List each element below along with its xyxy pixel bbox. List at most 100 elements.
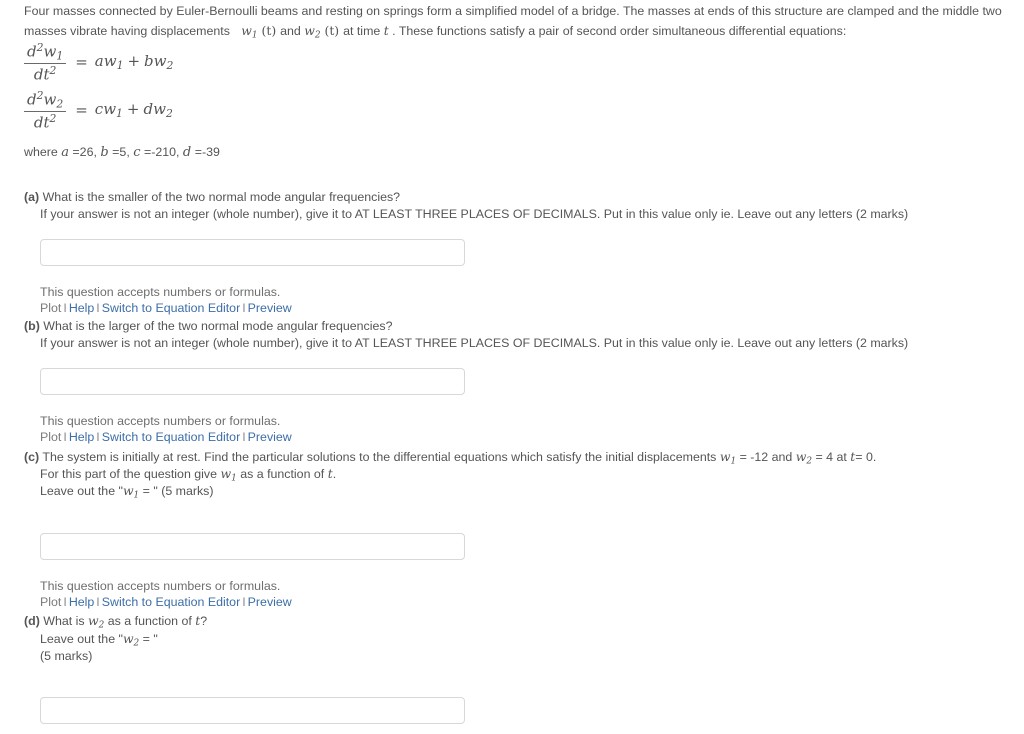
question-b-instruction: If your answer is not an integer (whole … [40, 336, 909, 350]
param-c-comma: , [176, 145, 180, 159]
equation-2-denominator: dt2 [31, 112, 60, 131]
rhs-w2-symbol: w [153, 52, 167, 71]
plot-label-b: Plot [40, 430, 62, 444]
separator: I [63, 430, 67, 444]
param-a-comma: , [93, 145, 97, 159]
param-c-name: c [133, 145, 141, 160]
rhs-w2-subscript: 2 [166, 59, 174, 73]
param-b-name: b [100, 145, 109, 160]
coefficient-d: d [143, 100, 154, 119]
switch-equation-editor-link-b[interactable]: Switch to Equation Editor [102, 430, 240, 444]
question-c-line3-w-symbol: w [122, 483, 134, 498]
separator: I [242, 595, 246, 609]
question-c-label: (c) [24, 450, 40, 464]
plot-label-a: Plot [40, 301, 62, 315]
coefficient-b: b [144, 52, 154, 71]
rhs-w-subscript: 1 [116, 107, 123, 121]
rhs-w2-symbol: w [153, 100, 166, 119]
question-c-line2-part3: . [332, 467, 337, 481]
param-a-name: a [61, 145, 69, 160]
answer-input-c[interactable] [40, 533, 465, 560]
w-symbol: w [43, 42, 57, 61]
tool-links-a: Plot I Help I Switch to Equation Editor I Prev… [40, 300, 292, 316]
d-symbol: d [27, 90, 37, 109]
help-link-b[interactable]: Help [69, 430, 94, 444]
separator: I [96, 301, 100, 315]
question-c-line2-part2: as a function of [240, 467, 325, 481]
help-link-c[interactable]: Help [69, 595, 94, 609]
separator: I [96, 430, 100, 444]
coefficient-c: c [94, 100, 104, 119]
w1-argument: (t) [261, 23, 277, 38]
question-a-label: (a) [24, 190, 40, 204]
question-d-marks: (5 marks) [40, 649, 93, 663]
switch-equation-editor-link-a[interactable]: Switch to Equation Editor [102, 301, 240, 315]
rhs-w-symbol: w [103, 100, 117, 119]
answer-input-d[interactable] [40, 697, 465, 724]
preview-link-b[interactable]: Preview [248, 430, 292, 444]
rhs-w2-subscript: 2 [165, 107, 173, 121]
equation-1-denominator: dt2 [31, 64, 60, 83]
question-d-label: (d) [24, 614, 40, 628]
intro-text-part3: . These functions satisfy a pair of seco… [392, 24, 847, 38]
question-c-text-part1: The system is initially at rest. Find th… [42, 450, 717, 464]
equation-2-equals: = [75, 101, 88, 120]
question-d-line2-part2: = " [142, 632, 158, 646]
question-c-line2-part1: For this part of the question give [40, 467, 218, 481]
w-subscript: 1 [56, 49, 64, 63]
separator: I [63, 301, 67, 315]
question-d-line2-w-subscript: 2 [133, 638, 140, 649]
d-symbol: d [27, 42, 37, 61]
intro-paragraph: Four masses connected by Euler-Bernoulli… [24, 2, 1020, 45]
plus-operator: + [127, 52, 141, 71]
question-a-prompt: (a) What is the smaller of the two norma… [24, 189, 400, 206]
accepts-note-a: This question accepts numbers or formula… [40, 285, 281, 299]
param-d-equals: = [194, 145, 202, 159]
param-d-value: -39 [201, 145, 220, 159]
dt-symbol: dt [33, 113, 50, 131]
question-c-t-value: = 0. [855, 450, 877, 464]
question-d-text-part2: as a function of [107, 614, 192, 628]
preview-link-a[interactable]: Preview [248, 301, 292, 315]
intro-text-part2: at time [343, 24, 381, 38]
displacement-w1-expression: w1 (t) [233, 23, 280, 40]
question-c-w1-value: = -12 and [739, 450, 793, 464]
answer-input-a[interactable] [40, 239, 465, 266]
question-b-text: What is the larger of the two normal mod… [43, 319, 393, 333]
question-a-text: What is the smaller of the two normal mo… [42, 190, 401, 204]
question-c-w2-symbol: w [795, 449, 807, 464]
question-d-w-symbol: w [88, 613, 99, 628]
question-d-text-part1: What is [43, 614, 85, 628]
equation-2-rhs: cw1 + dw2 [95, 100, 173, 120]
question-c-line3: Leave out the "w1 = " (5 marks) [40, 482, 214, 504]
help-link-a[interactable]: Help [69, 301, 94, 315]
coefficient-a: a [94, 52, 104, 71]
equation-2-numerator: d2w2 [24, 90, 66, 111]
dt-symbol: dt [33, 65, 50, 84]
dt-exponent: 2 [49, 63, 57, 77]
preview-link-c[interactable]: Preview [248, 595, 292, 609]
question-c-w2-subscript: 2 [806, 456, 813, 467]
question-c-line3-w-subscript: 1 [133, 490, 140, 501]
equation-1-rhs: aw1 + bw2 [95, 52, 174, 72]
answer-input-b[interactable] [40, 368, 465, 395]
separator: I [242, 430, 246, 444]
plus-operator: + [126, 100, 140, 119]
parameter-values-line: where a =26, b =5, c =-210, d =-39 [24, 145, 220, 160]
separator: I [63, 595, 67, 609]
time-variable: t [383, 23, 389, 38]
intro-and: and [280, 24, 301, 38]
param-b-comma: , [126, 145, 130, 159]
equation-1: d2w1 dt2 = aw1 + bw2 [24, 42, 173, 83]
equation-1-equals: = [75, 53, 88, 72]
param-d-name: d [182, 145, 192, 160]
accepts-note-b: This question accepts numbers or formula… [40, 414, 281, 428]
w1-symbol: w [241, 23, 252, 38]
switch-equation-editor-link-c[interactable]: Switch to Equation Editor [102, 595, 240, 609]
question-c-line3-part2: = " (5 marks) [142, 484, 214, 498]
w2-subscript: 2 [314, 30, 321, 41]
question-c-line2-w-symbol: w [220, 466, 232, 481]
question-d-w-subscript: 2 [98, 620, 105, 631]
w2-argument: (t) [324, 23, 340, 38]
question-d-text-part3: ? [200, 614, 208, 628]
